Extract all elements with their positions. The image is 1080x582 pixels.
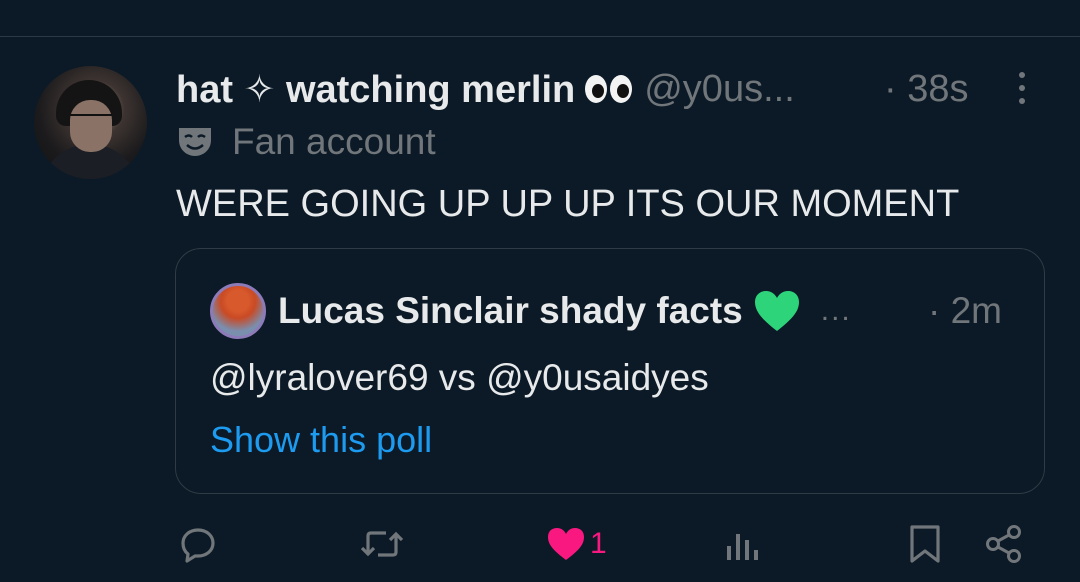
action-bar: 1 — [0, 514, 1080, 574]
views-button[interactable] — [724, 520, 760, 568]
timestamp[interactable]: · 38s — [884, 64, 968, 114]
green-heart-icon — [754, 291, 799, 331]
badge-label: Fan account — [232, 121, 436, 162]
avatar[interactable] — [34, 66, 147, 179]
reply-button[interactable] — [178, 520, 218, 568]
reply-icon — [181, 528, 215, 563]
eyes-emoji — [585, 75, 633, 103]
tweet-text: WERE GOING UP UP UP ITS OUR MOMENT — [176, 182, 960, 225]
bookmark-button[interactable] — [908, 520, 942, 568]
quote-header: Lucas Sinclair shady facts ... — [278, 285, 852, 337]
bookmark-icon — [910, 525, 940, 563]
fan-account-badge: Fan account — [176, 118, 436, 166]
retweet-button[interactable] — [358, 520, 406, 568]
quote-avatar — [210, 283, 266, 339]
tweet-header: hat ✧ watching merlin @y0us... — [176, 64, 795, 114]
quoted-tweet[interactable]: Lucas Sinclair shady facts ... · 2m @lyr… — [175, 248, 1045, 494]
views-icon — [727, 534, 758, 560]
like-count: 1 — [590, 527, 607, 560]
top-divider — [0, 36, 1080, 37]
share-button[interactable] — [984, 520, 1024, 568]
quote-ellipsis: ... — [820, 294, 852, 327]
heart-icon — [548, 528, 584, 560]
handle[interactable]: @y0us... — [644, 68, 795, 111]
quote-text: @lyralover69 vs @y0usaidyes — [210, 357, 709, 398]
retweet-icon — [360, 531, 404, 557]
quote-timestamp: · 2m — [928, 290, 1002, 331]
like-button[interactable]: 1 — [546, 520, 607, 568]
display-name[interactable]: hat ✧ watching merlin — [176, 67, 575, 112]
mask-icon — [179, 128, 211, 156]
show-poll-link[interactable]: Show this poll — [210, 415, 432, 465]
share-icon — [986, 525, 1021, 563]
more-icon[interactable] — [1014, 72, 1030, 108]
quote-display-name: Lucas Sinclair shady facts — [278, 290, 743, 331]
